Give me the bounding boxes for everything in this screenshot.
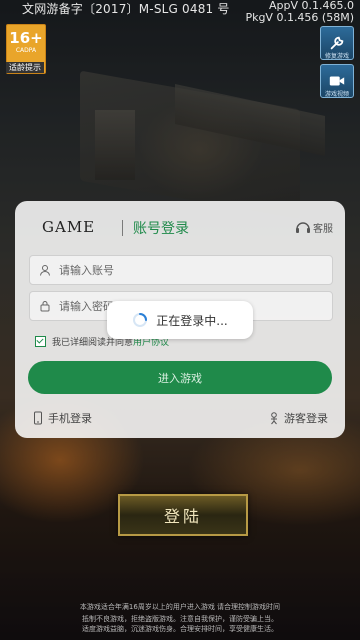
loading-spinner-icon xyxy=(133,313,148,327)
headset-icon xyxy=(296,221,310,233)
guest-icon xyxy=(271,412,277,425)
age-rating-org: CADPA xyxy=(15,47,37,54)
guest-login-button[interactable]: 游客登录 xyxy=(268,410,328,426)
guest-login-label: 游客登录 xyxy=(284,412,328,425)
phone-login-label: 手机登录 xyxy=(48,412,92,425)
repair-game-caption: 修复游戏 xyxy=(324,53,349,60)
phone-icon xyxy=(34,411,42,425)
dialog-title: 账号登录 xyxy=(133,221,189,237)
game-video-button[interactable]: 游戏视频 xyxy=(320,64,354,98)
customer-service-label: 客服 xyxy=(313,224,333,235)
version-info: AppV 0.1.465.0 PkgV 0.1.456 (58M) xyxy=(245,0,354,24)
notice-line-1: 本游戏适合年满16周岁以上的用户进入游戏 请合理控制游戏时间 xyxy=(79,603,281,611)
agreement-checkbox[interactable] xyxy=(35,336,46,347)
game-video-caption: 游戏视频 xyxy=(324,91,349,98)
user-icon xyxy=(40,265,50,276)
login-button[interactable]: 登陆 xyxy=(118,494,248,536)
age-rating-label: 16+ xyxy=(9,29,43,47)
brand-logo: GAME xyxy=(42,218,96,236)
loading-text: 正在登录中... xyxy=(156,313,228,328)
pkg-version: PkgV 0.1.456 (58M) xyxy=(245,11,354,24)
license-number: 文网游备字〔2017〕M-SLG 0481 号 xyxy=(22,2,230,16)
age-rating-tip[interactable]: 适龄提示 xyxy=(6,62,44,73)
customer-service-button[interactable]: 客服 xyxy=(295,220,333,235)
loading-toast: 正在登录中... xyxy=(107,301,253,339)
repair-icon xyxy=(330,36,344,50)
notice-line-2: 抵制不良游戏，拒绝盗版游戏。注意自我保护，谨防受骗上当。 xyxy=(82,615,278,623)
repair-game-button[interactable]: 修复游戏 xyxy=(320,26,354,60)
lock-icon xyxy=(40,301,50,312)
video-icon xyxy=(329,76,345,86)
enter-game-button[interactable]: 进入游戏 xyxy=(28,361,332,394)
notice-line-3: 适度游戏益脑，沉迷游戏伤身。合理安排时间，享受健康生活。 xyxy=(82,625,278,633)
account-input[interactable] xyxy=(59,263,299,277)
phone-login-button[interactable]: 手机登录 xyxy=(32,410,92,426)
account-field[interactable] xyxy=(29,255,333,285)
title-separator xyxy=(122,220,123,236)
